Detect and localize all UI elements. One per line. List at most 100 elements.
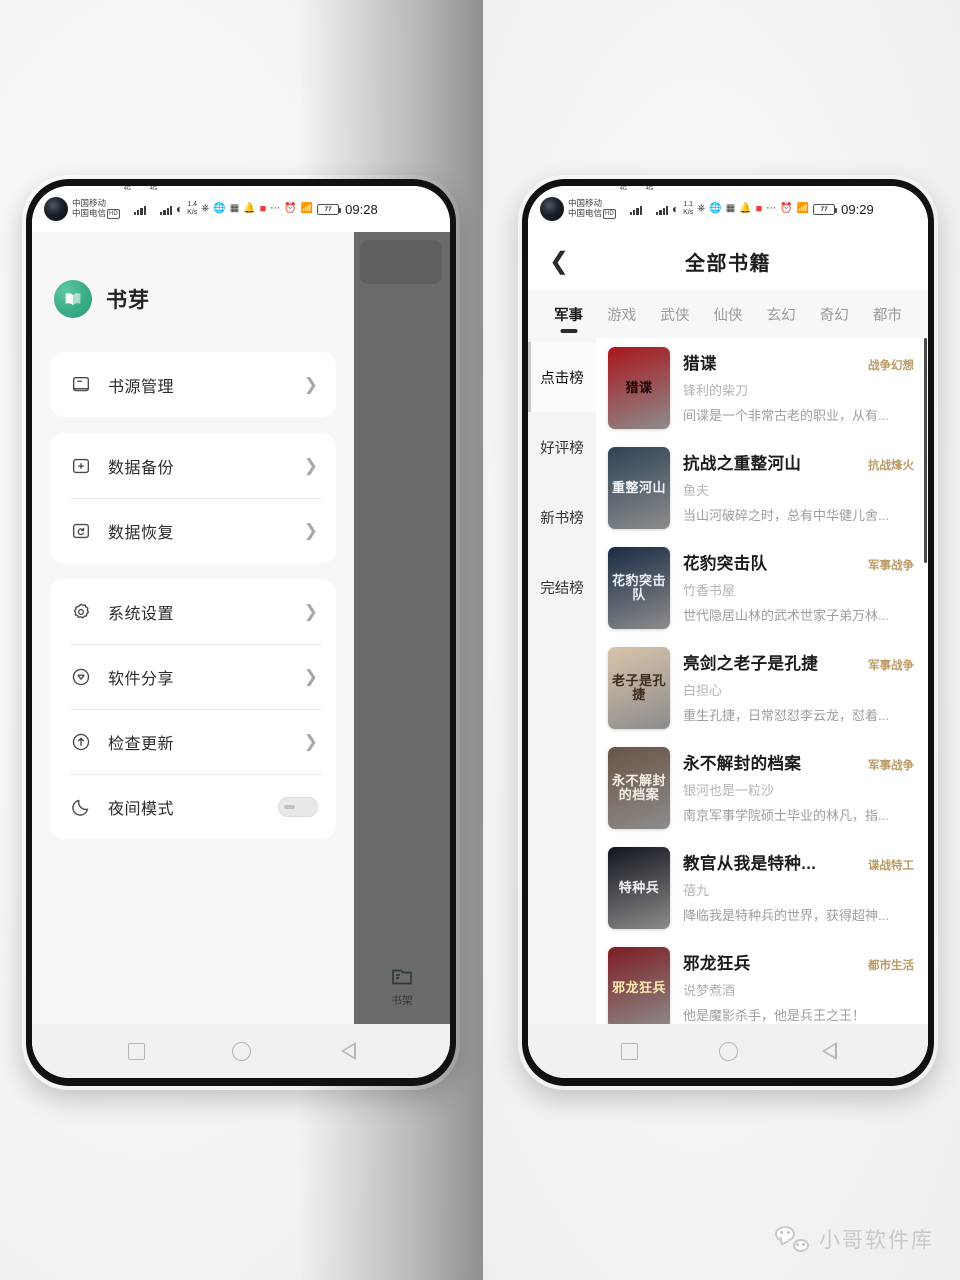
recents-square-icon[interactable]	[620, 1042, 638, 1060]
category-tab-bar: 军事 游戏 武侠 仙侠 玄幻 奇幻 都市	[528, 290, 928, 338]
back-triangle-icon[interactable]	[820, 1041, 838, 1060]
home-circle-icon[interactable]	[719, 1041, 739, 1061]
vertical-scrollbar[interactable]	[924, 338, 927, 563]
recents-square-icon[interactable]	[127, 1042, 145, 1060]
network-type-2: 4G	[149, 186, 158, 192]
book-list-item[interactable]: 老子是孔捷 亮剑之老子是孔捷 军事战争 白担心 重生孔捷，日常怼怼李云龙，怼着...	[596, 638, 928, 738]
book-category-tag: 都市生活	[868, 960, 914, 972]
rank-item-new[interactable]: 新书榜	[528, 482, 596, 552]
menu-item-app-share[interactable]: 软件分享 ❯	[56, 644, 330, 709]
chevron-right-icon: ❯	[303, 732, 318, 751]
book-title-row: 花豹突击队 军事战争	[683, 550, 914, 574]
book-info: 教官从我是特种... 谍战特工 蓓九 降临我是特种兵的世界，获得超神...	[683, 847, 914, 924]
tab-xianxia[interactable]: 仙侠	[701, 290, 754, 338]
rank-item-clicks[interactable]: 点击榜	[528, 342, 596, 412]
stop-square-icon: ■	[259, 202, 267, 215]
book-description: 间谍是一个非常古老的职业，从有...	[683, 408, 889, 423]
tab-dushi[interactable]: 都市	[861, 290, 914, 338]
book-author: 说梦煮酒	[683, 983, 736, 998]
menu-item-book-source[interactable]: 书源管理 ❯	[56, 352, 330, 417]
book-list[interactable]: 猎谍 猎谍 战争幻想锋利的柴刀间谍是一个非常古老的职业，从有... 重整河山 抗战之重整…	[596, 338, 928, 1078]
book-title: 邪龙狂兵	[683, 955, 751, 973]
tab-wuxia[interactable]: 武侠	[648, 290, 701, 338]
tab-xuanhuan[interactable]: 玄幻	[755, 290, 808, 338]
moon-icon	[70, 796, 92, 818]
book-title-row: 邪龙狂兵 都市生活	[683, 950, 914, 974]
shelf-tab[interactable]: 书架	[358, 965, 446, 1008]
hd-badge: HD	[603, 208, 616, 219]
tab-youxi[interactable]: 游戏	[595, 290, 648, 338]
phone-right-bezel: 中国移动 中国电信 HD 4G 4G ◐ 1.1 K/s ⎈ 🌐 ▦ 🔔 ■ ⋯ ⏰…	[522, 179, 934, 1086]
book-author: 锋利的柴刀	[683, 383, 749, 398]
book-list-item[interactable]: 猎谍 猎谍 战争幻想锋利的柴刀间谍是一个非常古老的职业，从有...	[596, 338, 928, 438]
book-cover-title: 邪龙狂兵	[611, 980, 666, 996]
battery-icon: 77	[317, 203, 342, 215]
rank-item-rating[interactable]: 好评榜	[528, 412, 596, 482]
book-category-tag: 战争幻想	[868, 360, 914, 372]
book-title: 抗战之重整河山	[683, 455, 802, 473]
home-circle-icon[interactable]	[232, 1041, 252, 1061]
phone-right-screen: 中国移动 中国电信 HD 4G 4G ◐ 1.1 K/s ⎈ 🌐 ▦ 🔔 ■ ⋯ ⏰…	[528, 186, 928, 1078]
book-title: 教官从我是特种...	[683, 855, 817, 873]
drawer-container: 书架 书芽 书源管理 ❯ 数据备份 ❯ 数据恢复 ❯ 系统设置 ❯ 软件分享 ❯…	[32, 232, 450, 1078]
back-triangle-icon[interactable]	[339, 1041, 357, 1060]
rank-item-completed[interactable]: 完结榜	[528, 552, 596, 622]
book-list-item[interactable]: 邪龙狂兵 邪龙狂兵 都市生活 说梦煮酒 他是魔影杀手，他是兵王之王！	[596, 938, 928, 1038]
menu-item-label: 数据恢复	[108, 524, 175, 542]
book-list-item[interactable]: 特种兵 教官从我是特种... 谍战特工 蓓九 降临我是特种兵的世界，获得超神...	[596, 838, 928, 938]
menu-item-system-settings[interactable]: 系统设置 ❯	[56, 579, 330, 644]
alarm-icon: ⏰	[780, 203, 793, 214]
battery-icon: 77	[813, 203, 838, 215]
book-cover: 猎谍	[608, 347, 670, 429]
phone-left: 中国移动 中国电信 HD 4G 4G ◐ 1.4 K/s ⎈ 🌐 ▦ 🔔 ■ ⋯ ⏰…	[22, 175, 460, 1090]
book-author: 鱼夫	[683, 483, 710, 498]
brand-header: 书芽	[50, 232, 336, 352]
book-description: 他是魔影杀手，他是兵王之王！	[683, 1008, 866, 1023]
network-speed: 1.4 K/s	[187, 201, 198, 216]
book-info: 亮剑之老子是孔捷 军事战争 白担心 重生孔捷，日常怼怼李云龙，怼着...	[683, 647, 914, 724]
drawer-scrim[interactable]: 书架	[354, 232, 450, 1078]
clock: 09:28	[345, 201, 378, 217]
all-books-screen: ❮ 全部书籍 军事 游戏 武侠 仙侠 玄幻 奇幻 都市 点击榜 好评榜 新书榜 …	[528, 232, 928, 1078]
hd-badge: HD	[107, 208, 120, 219]
book-author: 蓓九	[683, 883, 710, 898]
book-list-item[interactable]: 花豹突击队 花豹突击队 军事战争 竹香书屋 世代隐居山林的武术世家子弟万林...	[596, 538, 928, 638]
gear-icon	[70, 601, 92, 623]
book-description: 当山河破碎之时，总有中华健儿舍...	[683, 508, 889, 523]
book-info: 永不解封的档案 军事战争 银河也是一粒沙 南京军事学院硕士毕业的林凡，指...	[683, 747, 914, 824]
signal-bars-2-icon	[160, 204, 172, 215]
menu-item-data-backup[interactable]: 数据备份 ❯	[56, 433, 330, 498]
menu-item-label: 数据备份	[108, 459, 175, 477]
watermark-text: 小哥软件库	[819, 1229, 934, 1252]
page-title: 全部书籍	[685, 252, 771, 275]
book-title-row: 猎谍 战争幻想	[683, 350, 914, 374]
menu-group-2: 数据备份 ❯ 数据恢复 ❯	[50, 433, 336, 563]
menu-item-label: 系统设置	[108, 605, 175, 623]
arrow-up-circle-icon	[70, 731, 92, 753]
book-cover: 花豹突击队	[608, 547, 670, 629]
book-title-row: 教官从我是特种... 谍战特工	[683, 850, 914, 874]
clock: 09:29	[841, 201, 874, 217]
book-list-item[interactable]: 永不解封的档案 永不解封的档案 军事战争 银河也是一粒沙 南京军事学院硕士毕业的林凡，指…	[596, 738, 928, 838]
share-icon	[70, 666, 92, 688]
menu-item-night-mode[interactable]: 夜间模式	[56, 774, 330, 839]
book-cover-title: 永不解封的档案	[611, 773, 666, 802]
night-mode-toggle[interactable]	[278, 796, 318, 817]
menu-item-check-update[interactable]: 检查更新 ❯	[56, 709, 330, 774]
book-author: 竹香书屋	[683, 583, 736, 598]
bluetooth-icon: 📶	[300, 203, 314, 214]
tab-qihuan[interactable]: 奇幻	[808, 290, 861, 338]
book-list-item[interactable]: 重整河山 抗战之重整河山 抗战烽火 鱼夫 当山河破碎之时，总有中华健儿舍...	[596, 438, 928, 538]
book-cover: 老子是孔捷	[608, 647, 670, 729]
carrier-labels: 中国移动 中国电信 HD	[568, 199, 616, 219]
tab-junshi[interactable]: 军事	[542, 290, 595, 338]
book-category-tag: 军事战争	[868, 560, 914, 572]
book-cover: 邪龙狂兵	[608, 947, 670, 1029]
book-cover-title: 重整河山	[611, 480, 666, 496]
shelf-tab-label: 书架	[391, 995, 413, 1007]
status-bar-left: 中国移动 中国电信 HD 4G 4G ◐ 1.4 K/s ⎈ 🌐 ▦ 🔔 ■ ⋯ ⏰…	[32, 186, 450, 232]
book-info: 花豹突击队 军事战争 竹香书屋 世代隐居山林的武术世家子弟万林...	[683, 547, 914, 624]
signal-bars-1-icon	[134, 204, 146, 215]
menu-item-data-restore[interactable]: 数据恢复 ❯	[56, 498, 330, 563]
chevron-left-icon[interactable]: ❮	[544, 246, 574, 276]
